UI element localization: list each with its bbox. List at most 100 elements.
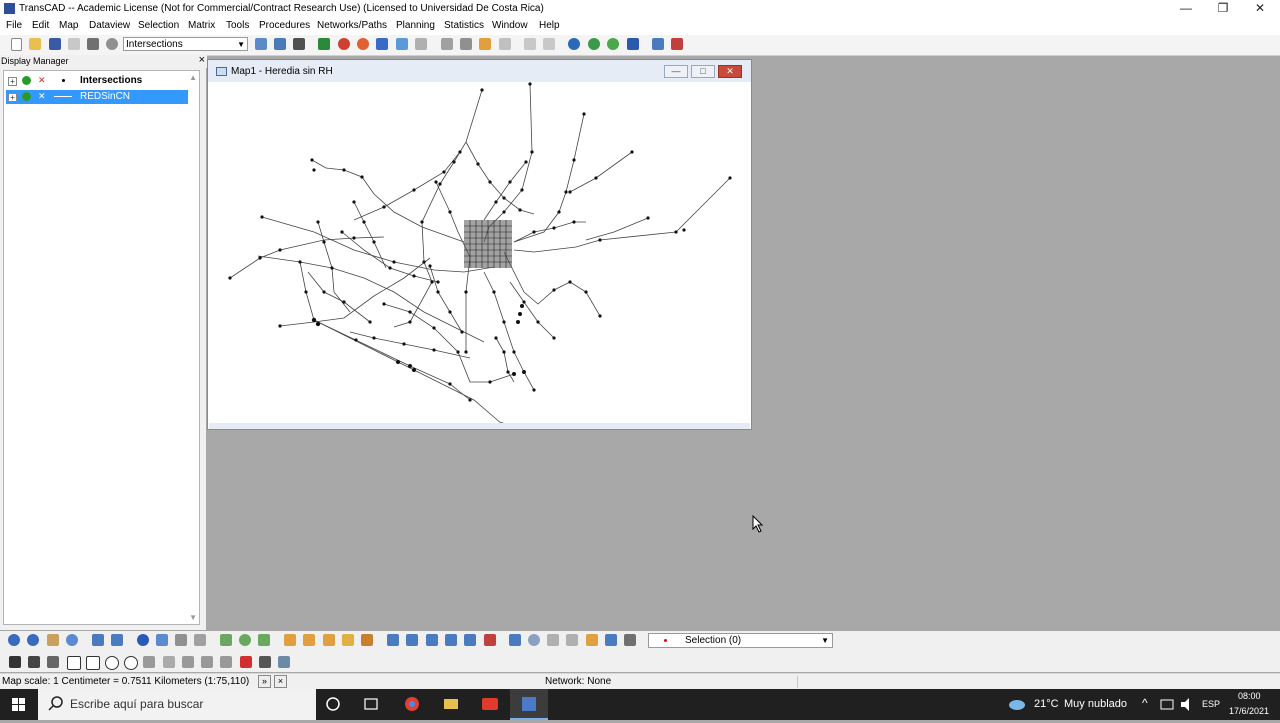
visible-check-icon[interactable] [22,76,31,85]
clock-time[interactable]: 08:00 [1238,691,1261,701]
language-indicator[interactable]: ESP [1202,699,1220,709]
add-polygon-icon[interactable] [258,634,270,646]
info-icon[interactable] [137,634,149,646]
selection-tool-b-icon[interactable] [566,634,578,646]
file-explorer-icon[interactable] [432,689,470,720]
theme-icon[interactable] [338,38,350,50]
settings-icon[interactable] [106,38,118,50]
scroll-up-icon[interactable]: ▲ [189,73,197,82]
select-by-polygon-icon[interactable] [323,634,335,646]
zoom-out-icon[interactable] [27,634,39,646]
hand-tool-icon[interactable] [479,38,491,50]
weather-cloud-icon[interactable] [1003,689,1031,720]
expand-icon[interactable]: + [8,77,17,86]
north-arrow-icon[interactable] [259,656,271,668]
select-by-condition-icon[interactable] [361,634,373,646]
menu-map[interactable]: Map [59,20,78,31]
selection-tool-e-icon[interactable] [624,634,636,646]
new-file-icon[interactable] [11,38,22,51]
lock-icon[interactable]: ✕ [38,76,47,85]
map-window-title-bar[interactable]: Map1 - Heredia sin RH — □ ✕ [208,60,751,82]
layer-row-intersections[interactable]: + ✕ Intersections [6,74,188,88]
legend-icon[interactable] [460,38,472,50]
menu-procedures[interactable]: Procedures [259,20,310,31]
selection-tool-a-icon[interactable] [547,634,559,646]
curve-icon[interactable] [220,656,232,668]
menu-statistics[interactable]: Statistics [444,20,484,31]
select-by-circle-icon[interactable] [303,634,315,646]
polyline-icon[interactable] [163,656,175,668]
text-tool-icon[interactable] [28,656,40,668]
recorder-app-icon[interactable] [471,689,509,720]
redo-icon[interactable] [543,38,555,50]
star-icon[interactable] [240,656,252,668]
taskbar-search-box[interactable]: Escribe aquí para buscar [38,689,316,720]
fill-icon[interactable] [396,38,408,50]
layer-select[interactable]: Intersections ▼ [123,37,248,51]
filter-icon[interactable] [387,634,399,646]
zoom-in-icon[interactable] [8,634,20,646]
previous-view-icon[interactable] [92,634,104,646]
add-point-icon[interactable] [220,634,232,646]
menu-tools[interactable]: Tools [226,20,249,31]
line-icon[interactable] [182,656,194,668]
zoom-to-selection-icon[interactable] [528,634,540,646]
select-by-shape-icon[interactable] [342,634,354,646]
display-manager-close-icon[interactable]: × [199,55,205,66]
labels-icon[interactable] [441,38,453,50]
binoculars-icon[interactable] [293,38,305,50]
circle-icon[interactable] [105,656,119,670]
close-button[interactable]: ✕ [1242,0,1278,18]
menu-file[interactable]: File [6,20,22,31]
rounded-rectangle-icon[interactable] [86,656,100,670]
task-view-icon[interactable] [352,689,390,720]
selection-tool-d-icon[interactable] [605,634,617,646]
pointer-icon[interactable] [9,656,21,668]
map-maximize-button[interactable]: □ [691,65,715,78]
scroll-down-icon[interactable]: ▼ [189,613,197,622]
radius-icon[interactable] [194,634,206,646]
rectangle-icon[interactable] [67,656,81,670]
pie-chart-icon[interactable] [357,38,369,50]
clock-date[interactable]: 17/6/2021 [1229,706,1269,716]
pan-hand-icon[interactable] [47,634,59,646]
measure-icon[interactable] [175,634,187,646]
print-icon[interactable] [87,38,99,50]
visible-check-icon[interactable] [22,92,31,101]
menu-dataview[interactable]: Dataview [89,20,130,31]
menu-selection[interactable]: Selection [138,20,179,31]
menu-networks-paths[interactable]: Networks/Paths [317,20,387,31]
minimize-button[interactable]: — [1168,0,1204,18]
arrow-icon[interactable] [201,656,213,668]
undo-icon[interactable] [524,38,536,50]
menu-help[interactable]: Help [539,20,560,31]
selection-settings-icon[interactable] [509,634,521,646]
dataview-icon[interactable] [255,38,267,50]
menu-matrix[interactable]: Matrix [188,20,215,31]
map-canvas[interactable] [214,82,746,426]
transcad-taskbar-icon[interactable] [510,689,548,720]
route-icon[interactable] [588,38,600,50]
layers-icon[interactable] [318,38,330,50]
scale-close-icon[interactable]: × [274,675,287,688]
start-button[interactable] [0,689,38,720]
dot-density-icon[interactable] [415,38,427,50]
network-icon[interactable] [607,38,619,50]
selection-tool-c-icon[interactable] [586,634,598,646]
show-hidden-icons-icon[interactable]: ^ [1142,696,1148,710]
menu-planning[interactable]: Planning [396,20,435,31]
menu-window[interactable]: Window [492,20,528,31]
selection-set-select[interactable]: Selection (0) ▼ [648,633,833,648]
selection-tool-icon[interactable] [652,38,664,50]
globe-icon[interactable] [568,38,580,50]
weather-description[interactable]: Muy nublado [1064,698,1127,710]
weather-temp[interactable]: 21°C [1034,698,1059,710]
menu-edit[interactable]: Edit [32,20,49,31]
open-folder-icon[interactable] [29,38,41,50]
ellipse-icon[interactable] [124,656,138,670]
scale-expand-icon[interactable]: » [258,675,271,688]
cortana-icon[interactable] [314,689,352,720]
save-icon[interactable] [49,38,61,50]
pin-icon[interactable] [627,38,639,50]
expand-icon[interactable]: + [8,93,17,102]
